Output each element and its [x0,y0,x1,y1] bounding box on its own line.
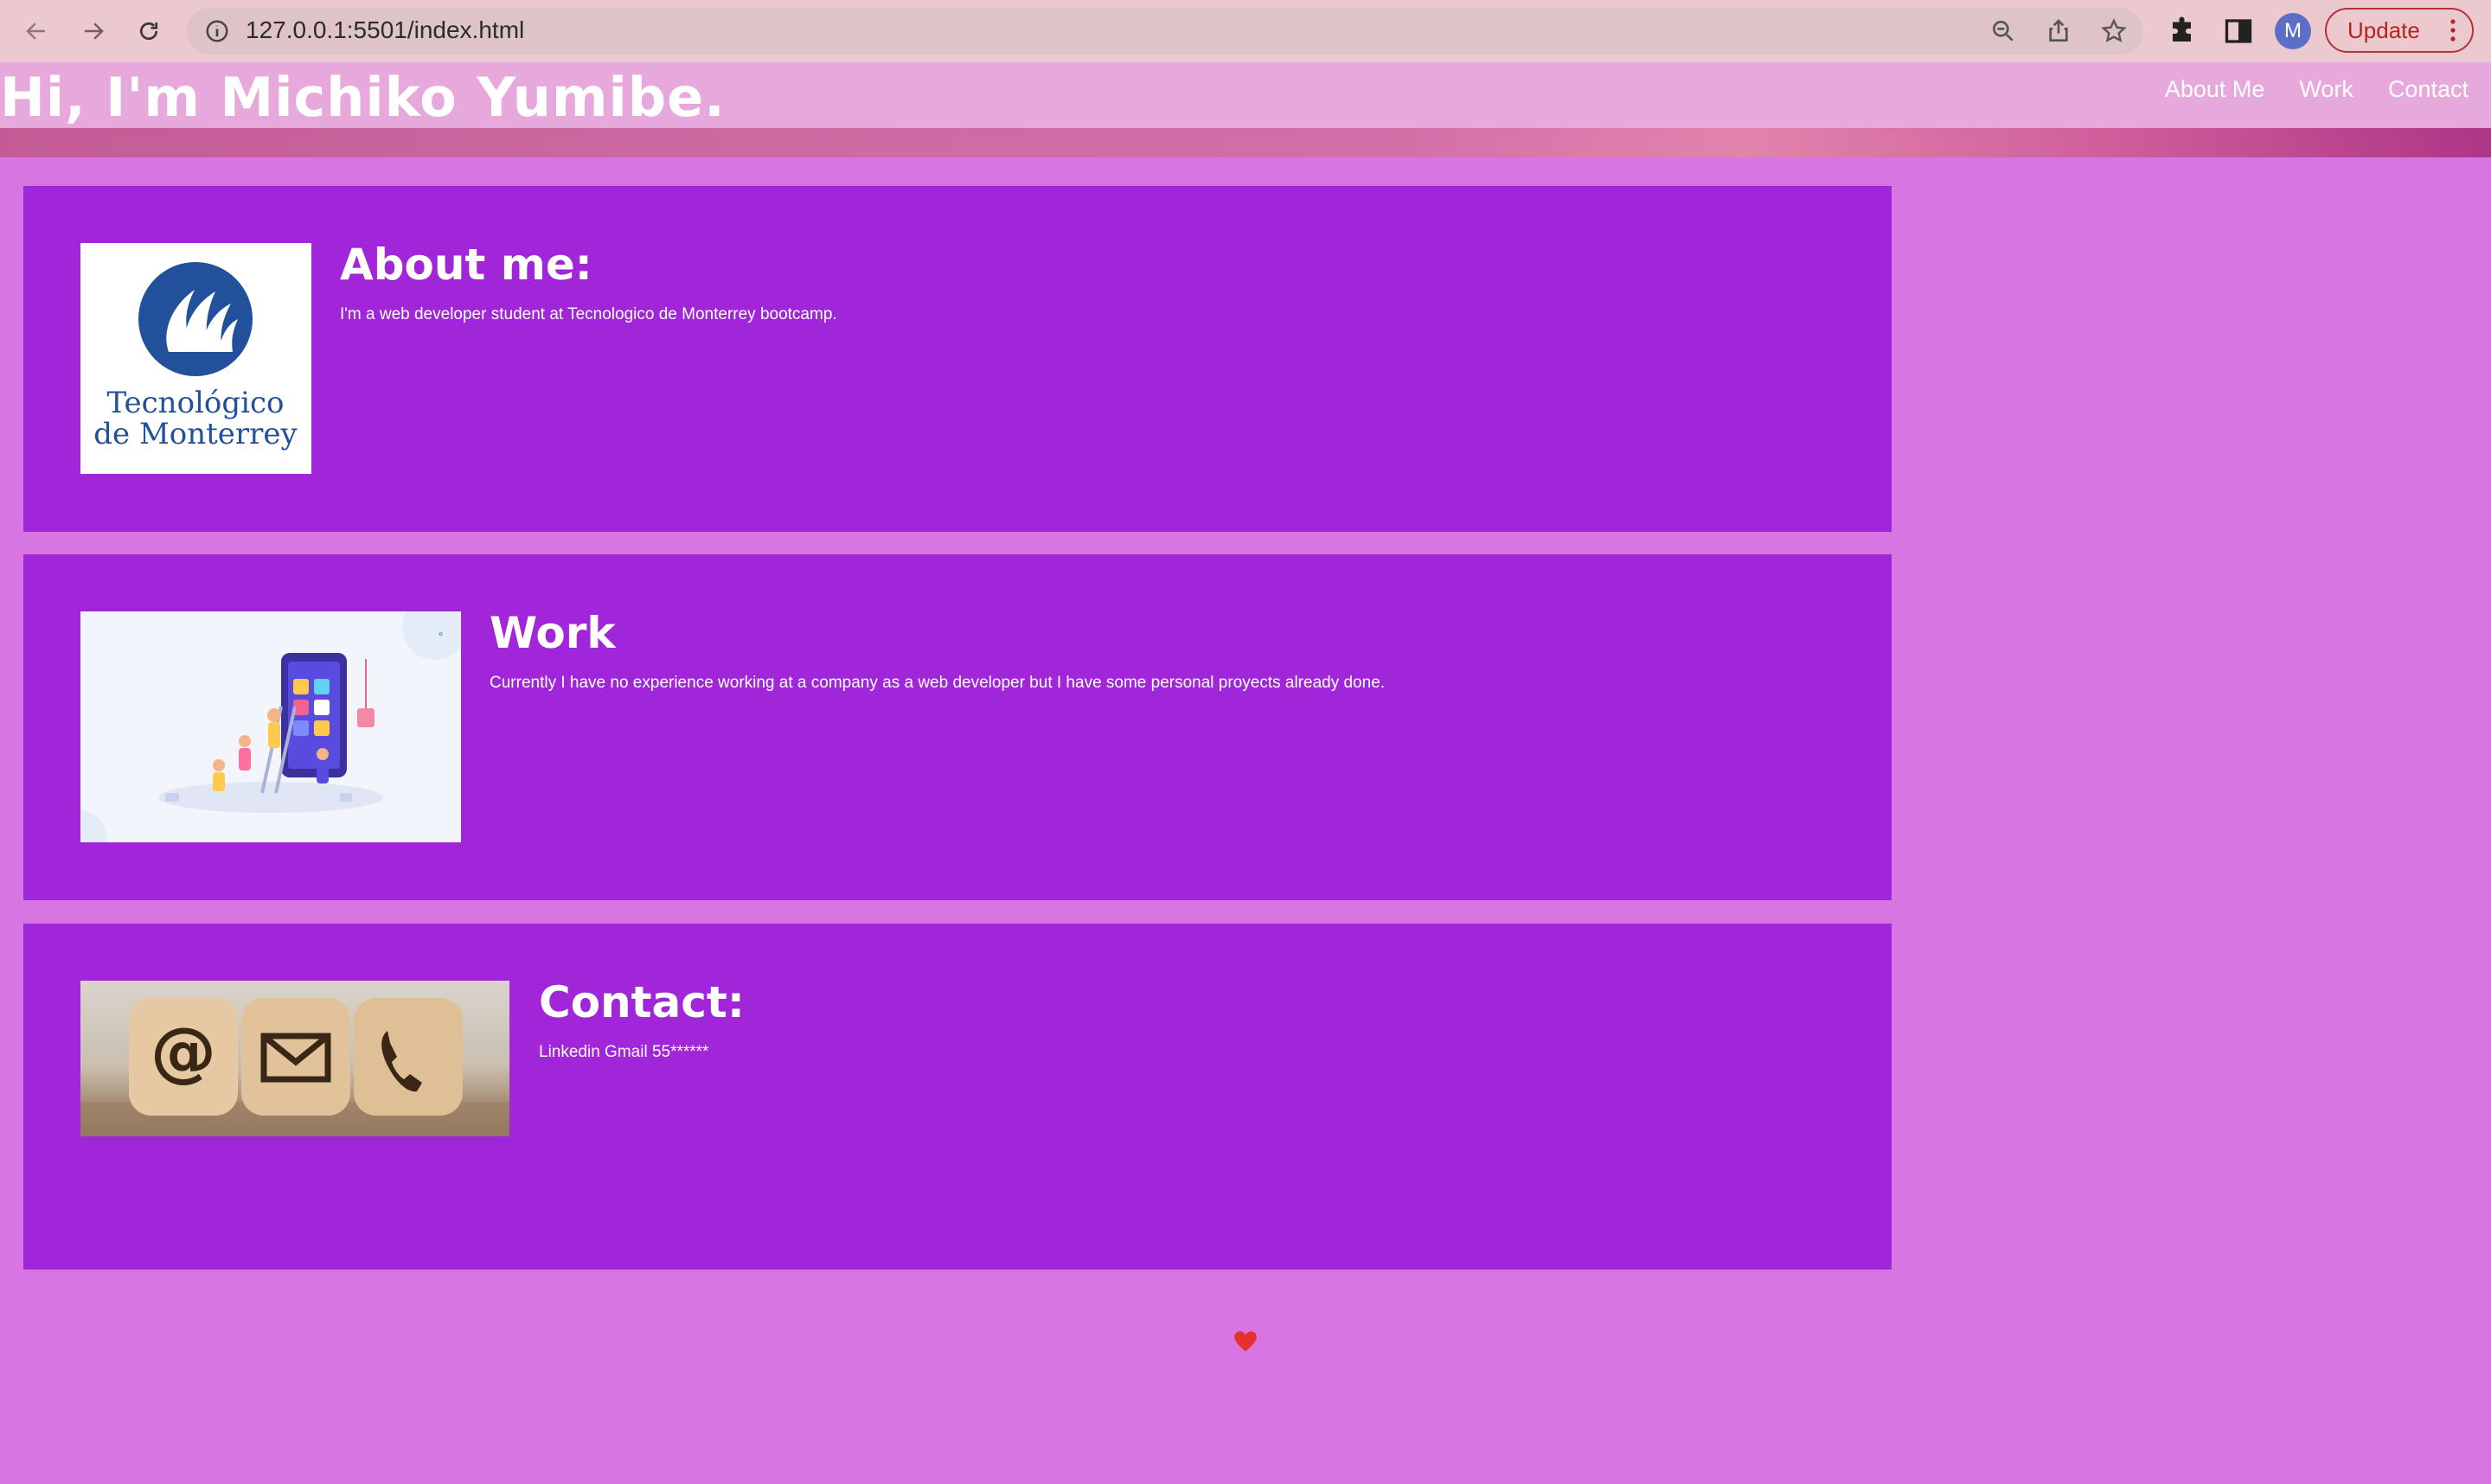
profile-avatar[interactable]: M [2275,13,2311,49]
nav-link-about-me[interactable]: About Me [2165,76,2265,103]
forward-button[interactable] [76,14,111,48]
header-gradient-bar [0,128,2491,157]
zoom-icon[interactable] [1989,17,2017,45]
share-icon[interactable] [2045,17,2072,45]
logo-line-1: Tecnológico [106,386,284,420]
side-panel-icon[interactable] [2223,16,2254,47]
svg-text:✿: ✿ [439,631,443,637]
reload-button[interactable] [131,14,166,48]
browser-toolbar: 127.0.0.1:5501/index.html M Update [0,0,2491,62]
logo-line-2: de Monterrey [93,417,298,451]
arrow-left-icon [26,22,45,40]
update-button[interactable]: Update [2325,8,2474,53]
contact-text-block: Contact: Linkedin Gmail 55****** [539,977,745,1062]
contact-heading: Contact: [539,977,745,1027]
address-bar[interactable]: 127.0.0.1:5501/index.html [187,8,2143,54]
heart-icon [1234,1331,1257,1352]
more-vert-icon [2450,19,2456,42]
back-button[interactable] [19,14,54,48]
about-section: Tecnológico de Monterrey About me: I'm a… [23,186,1892,532]
bookmark-star-icon[interactable] [2100,17,2128,45]
nav-link-contact[interactable]: Contact [2388,76,2469,103]
work-illustration: ✿ [80,611,461,842]
main-nav: About Me Work Contact [2165,76,2469,103]
work-description: Currently I have no experience working a… [490,674,1386,692]
work-text-block: Work Currently I have no experience work… [490,608,1385,693]
svg-text:@: @ [150,1013,216,1090]
nav-link-work[interactable]: Work [2299,76,2353,103]
about-description: I'm a web developer student at Tecnologi… [340,305,837,323]
contact-dice-image: @ [80,981,509,1136]
about-text-block: About me: I'm a web developer student at… [340,240,837,324]
contact-section: @ Contact: Linkedin Gmail 55****** [23,924,1892,1270]
about-heading: About me: [340,240,592,290]
contact-details: Linkedin Gmail 55****** [539,1043,709,1061]
site-header: Hi, I'm Michiko Yumibe. About Me Work Co… [0,62,2491,129]
reload-icon [139,22,158,41]
work-heading: Work [490,608,616,658]
tec-monterrey-logo: Tecnológico de Monterrey [80,243,311,474]
site-info-icon[interactable] [204,18,230,44]
update-label: Update [2347,16,2420,43]
work-section: ✿ Work Currently I have no experience wo… [23,554,1892,900]
extensions-puzzle-icon[interactable] [2168,16,2199,47]
page-title: Hi, I'm Michiko Yumibe. [0,66,726,129]
url-text[interactable]: 127.0.0.1:5501/index.html [246,16,524,44]
arrow-right-icon [85,22,104,40]
